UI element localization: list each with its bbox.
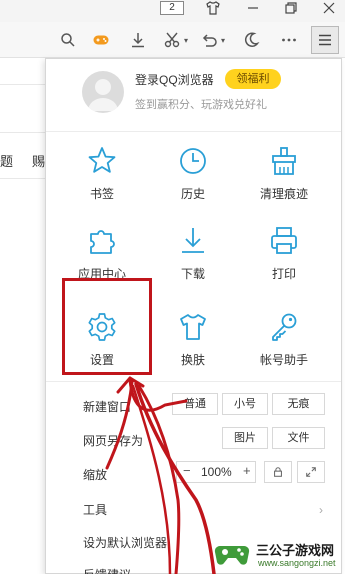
watermark-url: www.sangongzi.net: [258, 558, 336, 568]
annotation-arrow-strokes: [105, 376, 216, 574]
watermark-logo: 三公子游戏网 www.sangongzi.net: [210, 536, 342, 572]
watermark-name: 三公子游戏网: [256, 543, 335, 558]
watermark-gamepad-icon: [214, 545, 250, 565]
